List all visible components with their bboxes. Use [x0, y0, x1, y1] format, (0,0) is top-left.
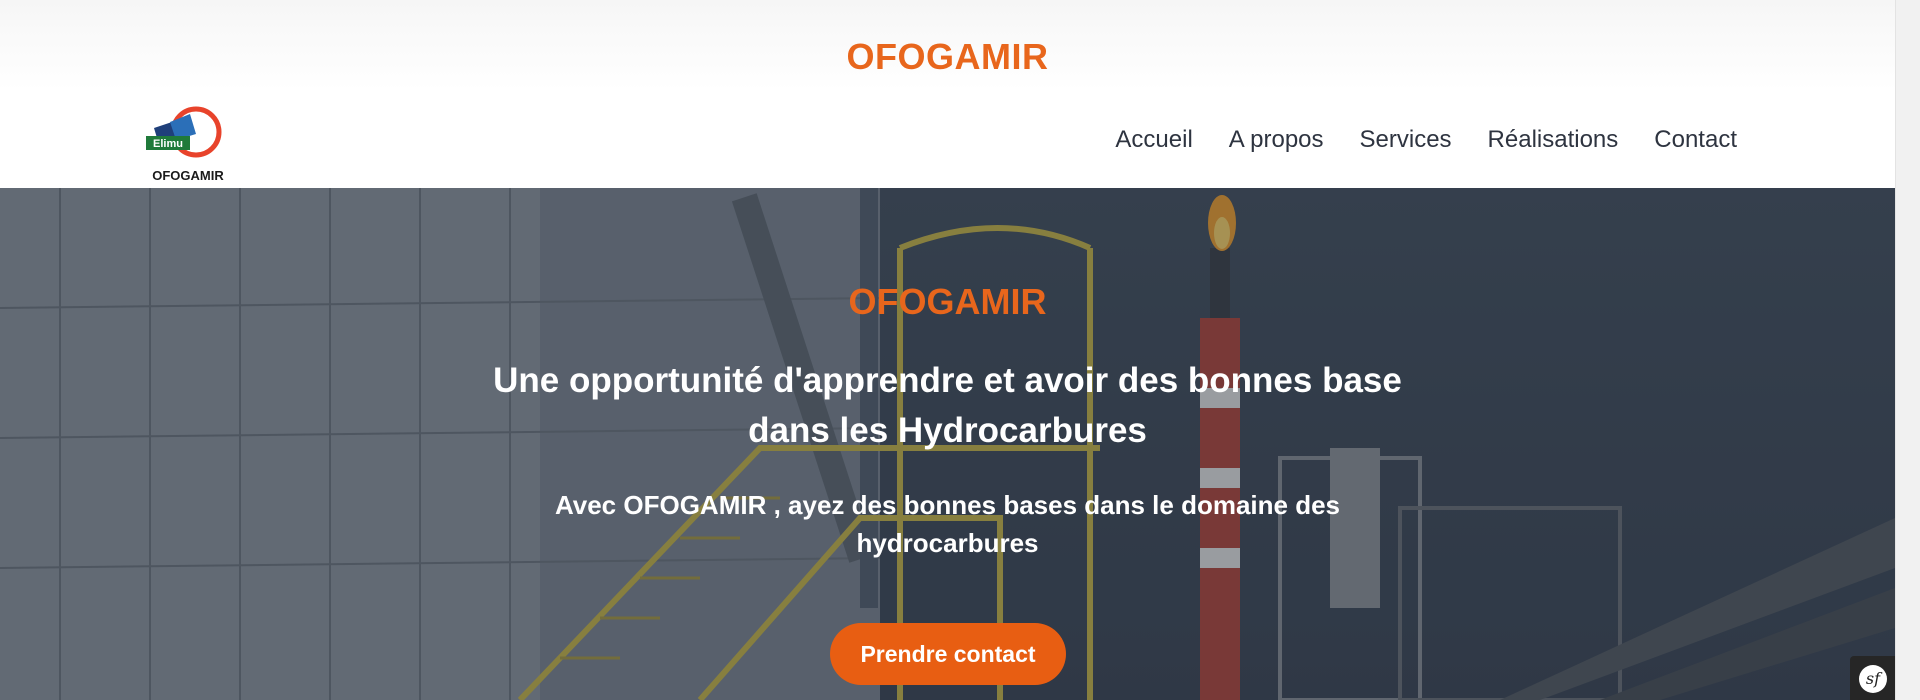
- top-header: OFOGAMIR: [0, 0, 1895, 90]
- page: OFOGAMIR Elimu OFOGAMIR Accueil A propos…: [0, 0, 1895, 700]
- contact-button[interactable]: Prendre contact: [830, 623, 1066, 685]
- hero-section: OFOGAMIR Une opportunité d'apprendre et …: [0, 188, 1895, 700]
- hero-title: Une opportunité d'apprendre et avoir des…: [493, 361, 1402, 450]
- debug-toolbar-toggle[interactable]: sf: [1850, 656, 1895, 700]
- navbar: Elimu OFOGAMIR Accueil A propos Services…: [0, 90, 1895, 188]
- nav-item-services[interactable]: Services: [1360, 126, 1452, 154]
- site-title: OFOGAMIR: [846, 36, 1049, 77]
- hero-subtitle: Avec OFOGAMIR , ayez des bonnes bases da…: [554, 490, 1341, 558]
- logo-icon: Elimu: [146, 106, 222, 158]
- symfony-icon: sf: [1859, 665, 1887, 693]
- logo-text: OFOGAMIR: [152, 168, 224, 183]
- nav-item-accueil[interactable]: Accueil: [1115, 126, 1192, 154]
- main-nav: Accueil A propos Services Réalisations C…: [1115, 126, 1737, 154]
- nav-item-realisations[interactable]: Réalisations: [1488, 126, 1619, 154]
- logo-banner-text: Elimu: [153, 138, 183, 150]
- nav-item-a-propos[interactable]: A propos: [1229, 126, 1324, 154]
- hero-brand: OFOGAMIR: [848, 281, 1047, 322]
- nav-item-contact[interactable]: Contact: [1654, 126, 1737, 154]
- logo-link[interactable]: Elimu OFOGAMIR: [146, 100, 230, 183]
- scrollbar[interactable]: [1895, 0, 1920, 700]
